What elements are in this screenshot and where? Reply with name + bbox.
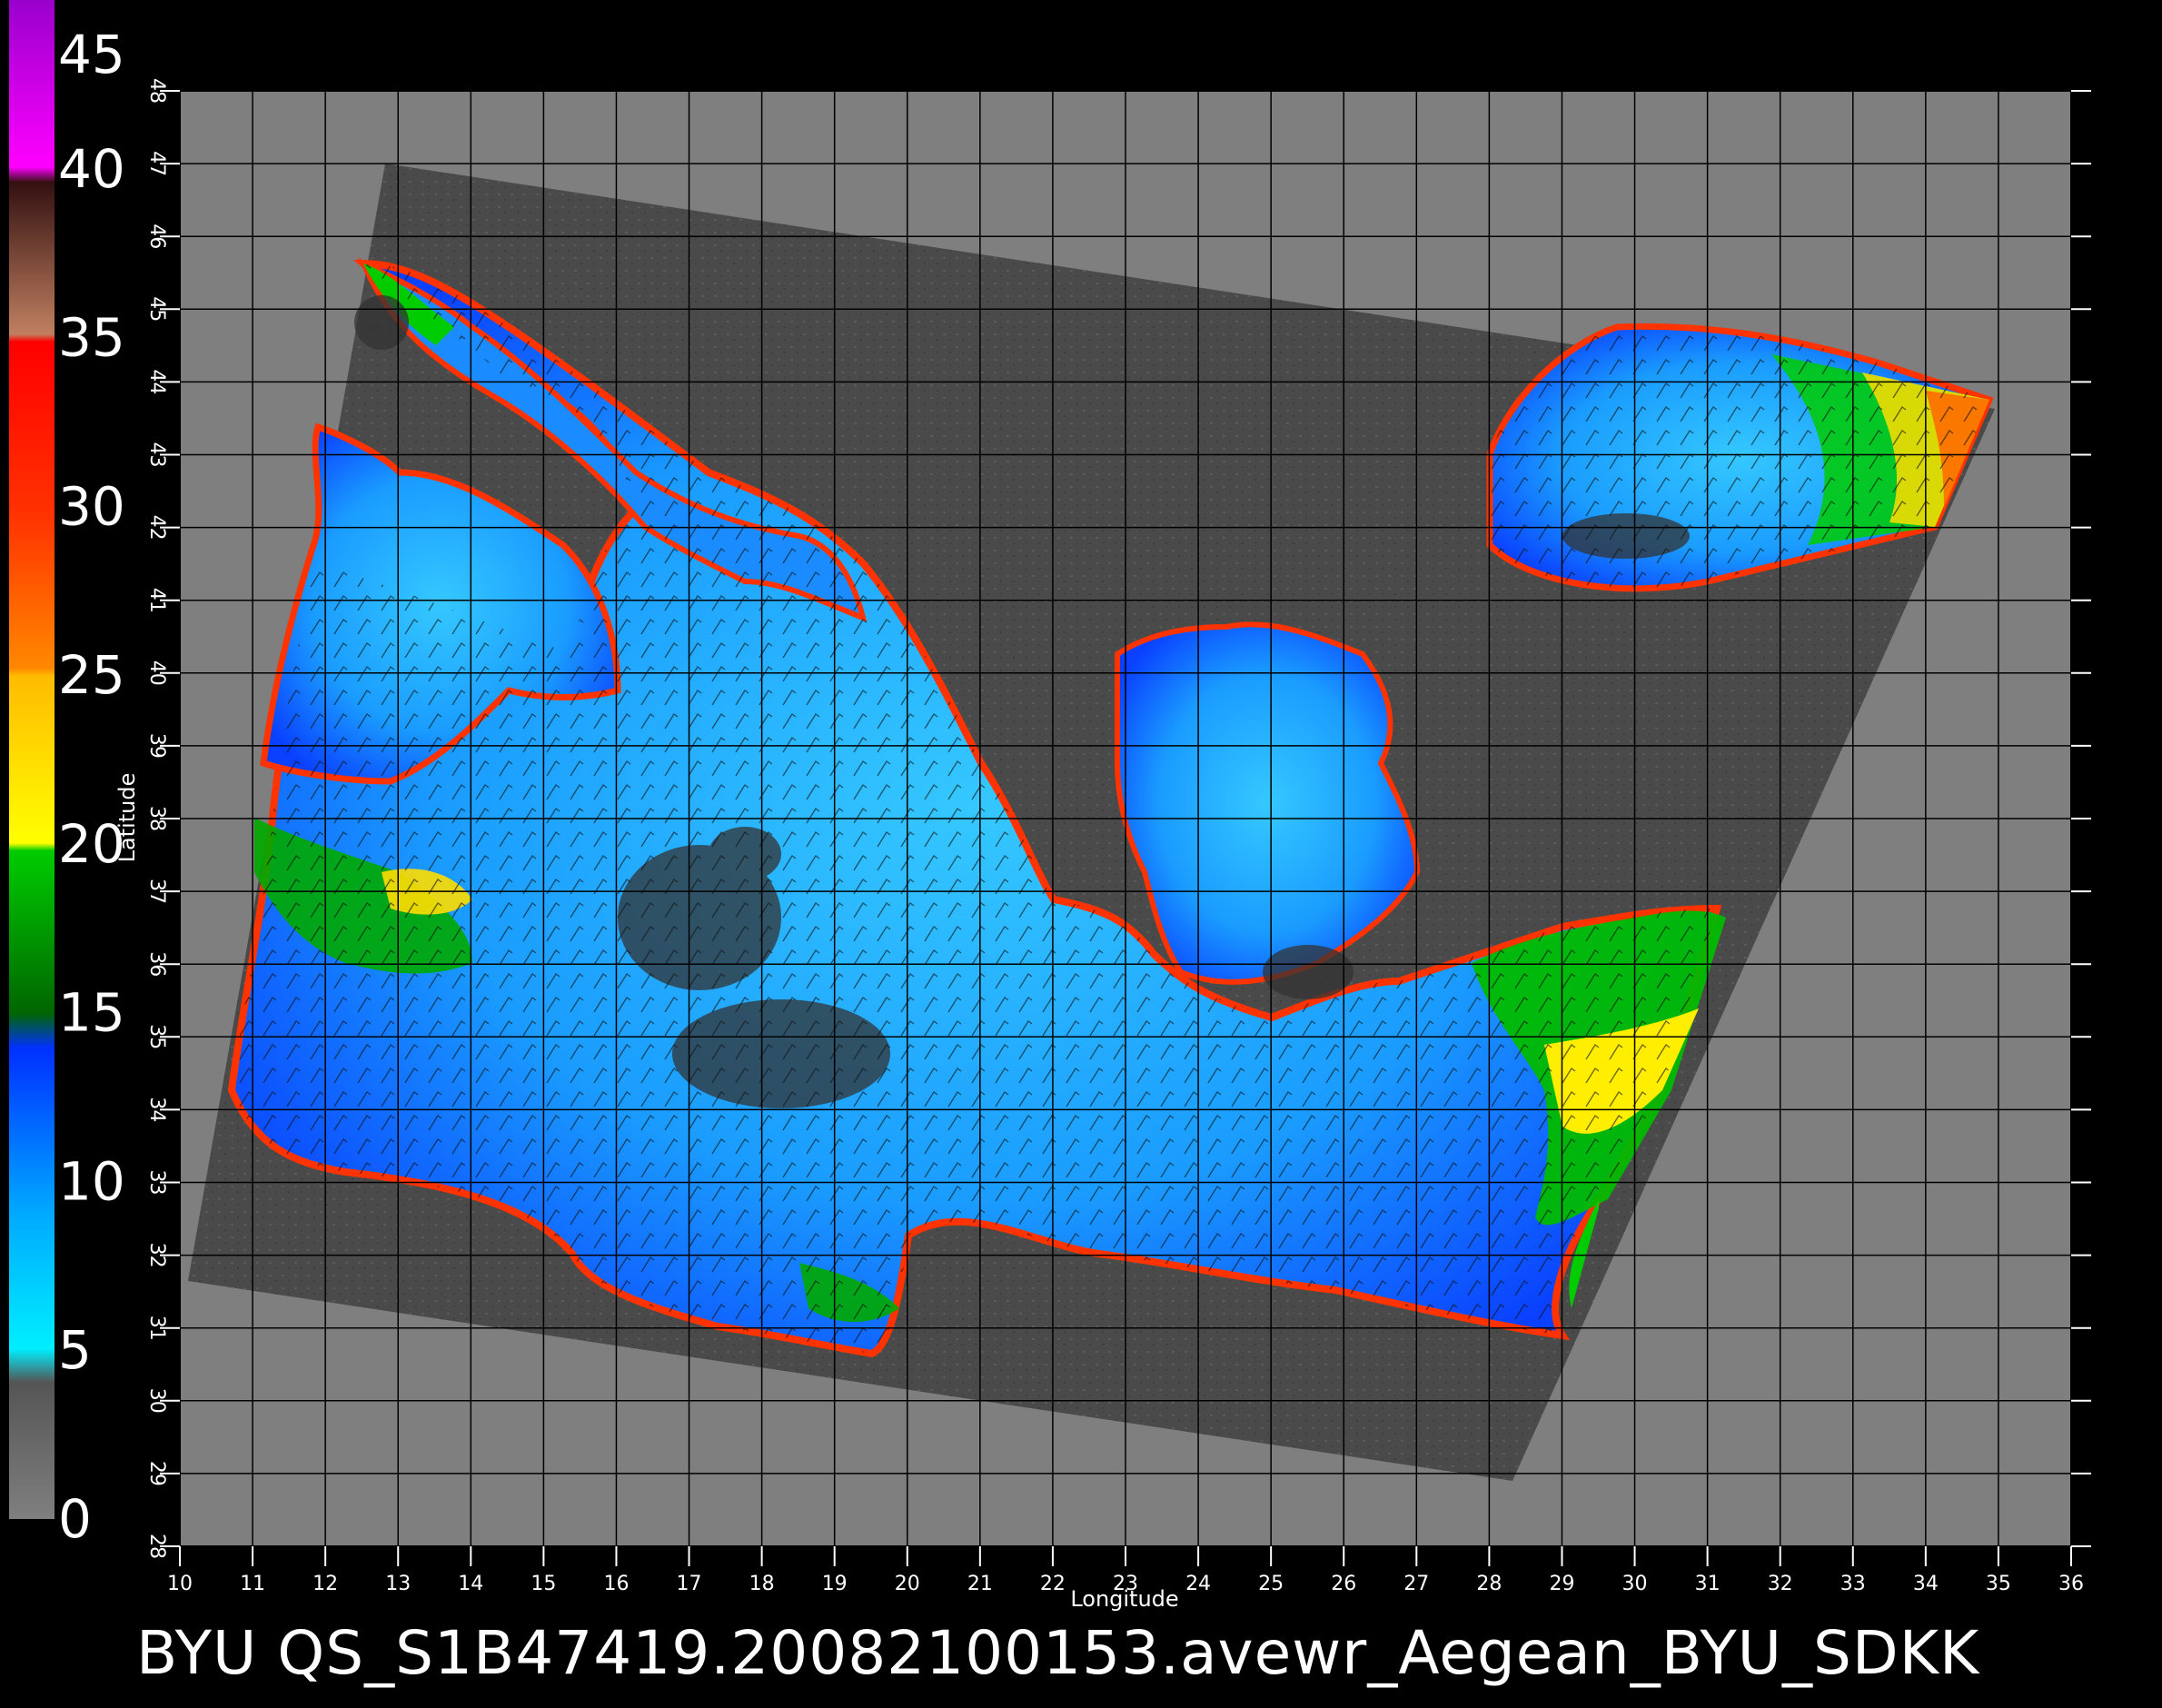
y-tick-label: 33: [145, 1170, 168, 1196]
y-tick-label: 40: [145, 660, 168, 686]
x-tick-label: 20: [895, 1573, 920, 1595]
y-tick-label: 29: [145, 1461, 168, 1486]
x-axis-title: Longitude: [1070, 1586, 1178, 1612]
x-tick-label: 29: [1549, 1573, 1574, 1595]
colorbar-label: 35: [58, 307, 125, 369]
aegean-sea: [1115, 621, 1421, 985]
colorbar-label: 15: [58, 982, 125, 1044]
y-tick-label: 39: [145, 733, 168, 759]
colorbar-label: 10: [58, 1150, 125, 1212]
x-tick-label: 33: [1840, 1573, 1866, 1595]
x-tick-label: 21: [967, 1573, 993, 1595]
x-tick-label: 34: [1913, 1573, 1939, 1595]
x-tick-label: 31: [1695, 1573, 1721, 1595]
x-tick-label: 10: [167, 1573, 193, 1595]
caption: BYU QS_S1B47419.20082100153.avewr_Aegean…: [136, 1618, 1980, 1688]
y-tick-label: 47: [145, 151, 168, 176]
colorbar-label: 0: [58, 1488, 92, 1550]
x-tick-label: 11: [240, 1573, 265, 1595]
y-tick-label: 48: [145, 78, 168, 104]
x-tick-label: 27: [1403, 1573, 1429, 1595]
y-tick-label: 38: [145, 806, 168, 831]
y-tick-label: 45: [145, 296, 168, 322]
x-tick-label: 24: [1185, 1573, 1211, 1595]
x-tick-label: 19: [822, 1573, 848, 1595]
x-tick-label: 25: [1258, 1573, 1284, 1595]
y-tick-label: 41: [145, 588, 168, 613]
x-tick-label: 22: [1040, 1573, 1066, 1595]
x-tick-label: 30: [1622, 1573, 1648, 1595]
y-tick-label: 30: [145, 1388, 168, 1414]
x-tick-label: 14: [458, 1573, 483, 1595]
x-tick-label: 17: [677, 1573, 702, 1595]
y-axis-title: Latitude: [114, 773, 140, 863]
y-tick-label: 44: [145, 369, 168, 394]
y-tick-label: 31: [145, 1316, 168, 1341]
x-tick-label: 32: [1768, 1573, 1793, 1595]
y-tick-label: 35: [145, 1024, 168, 1049]
y-tick-label: 37: [145, 879, 168, 904]
y-tick-label: 46: [145, 223, 168, 249]
x-tick-label: 26: [1331, 1573, 1356, 1595]
x-tick-label: 18: [749, 1573, 775, 1595]
colorbar-label: 25: [58, 644, 125, 706]
x-tick-label: 28: [1476, 1573, 1502, 1595]
colorbar: [9, 0, 55, 1519]
x-tick-label: 15: [531, 1573, 556, 1595]
map-layer: [180, 91, 2071, 1546]
y-tick-label: 42: [145, 515, 168, 541]
x-tick-label: 12: [312, 1573, 338, 1595]
colorbar-label: 40: [58, 138, 125, 200]
colorbar-label: 5: [58, 1319, 92, 1381]
colorbar-label: 30: [58, 475, 125, 537]
x-tick-label: 35: [1986, 1573, 2011, 1595]
x-tick-label: 13: [385, 1573, 411, 1595]
y-tick-label: 32: [145, 1243, 168, 1268]
x-tick-label: 36: [2058, 1573, 2084, 1595]
x-tick-label: 16: [603, 1573, 629, 1595]
y-tick-label: 36: [145, 951, 168, 977]
y-tick-label: 43: [145, 442, 168, 468]
map-figure: 45 40 35 30 25 20 15 10 5 0 10 11 12 13 14 15 16 …: [9, 0, 2091, 1688]
lat-lon-grid: [180, 91, 2071, 1546]
y-tick-label: 28: [145, 1534, 168, 1559]
colorbar-label: 45: [58, 24, 125, 85]
y-tick-label: 34: [145, 1097, 168, 1122]
